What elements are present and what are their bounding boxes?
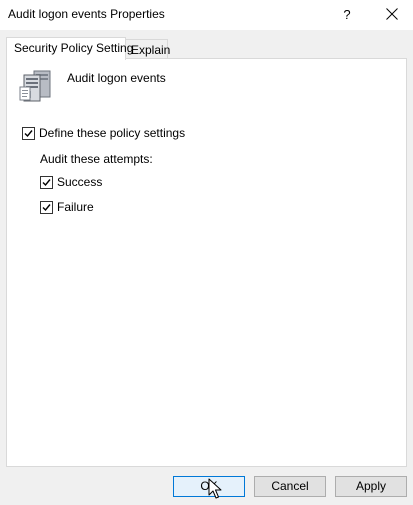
success-label: Success <box>57 175 103 189</box>
success-checkbox[interactable] <box>40 176 53 189</box>
checkmark-icon <box>42 204 51 212</box>
tab-label: Explain <box>131 43 171 57</box>
checkmark-icon <box>42 179 51 187</box>
window-title: Audit logon events Properties <box>8 7 165 21</box>
mouse-pointer-icon <box>208 478 222 499</box>
close-icon <box>386 8 398 20</box>
server-policy-icon <box>19 70 51 102</box>
failure-checkbox[interactable] <box>40 201 53 214</box>
define-policy-checkbox[interactable] <box>22 127 35 140</box>
define-policy-checkbox-row[interactable]: Define these policy settings <box>22 126 192 141</box>
help-icon: ? <box>343 7 351 22</box>
success-checkbox-row[interactable]: Success <box>40 175 120 190</box>
tab-panel-security-policy-setting: Audit logon events Define these policy s… <box>6 58 407 467</box>
apply-button[interactable]: Apply <box>335 476 407 497</box>
title-bar: Audit logon events Properties ? <box>0 0 413 30</box>
tab-label: Security Policy Setting <box>14 41 134 55</box>
cancel-button[interactable]: Cancel <box>254 476 326 497</box>
policy-name: Audit logon events <box>67 71 166 85</box>
audit-attempts-label: Audit these attempts: <box>40 152 153 166</box>
checkmark-icon <box>24 130 33 138</box>
failure-checkbox-row[interactable]: Failure <box>40 200 120 215</box>
help-button[interactable]: ? <box>330 0 364 30</box>
failure-label: Failure <box>57 200 94 214</box>
define-policy-label: Define these policy settings <box>39 126 186 140</box>
close-button[interactable] <box>371 0 413 30</box>
tab-security-policy-setting[interactable]: Security Policy Setting <box>6 37 133 60</box>
